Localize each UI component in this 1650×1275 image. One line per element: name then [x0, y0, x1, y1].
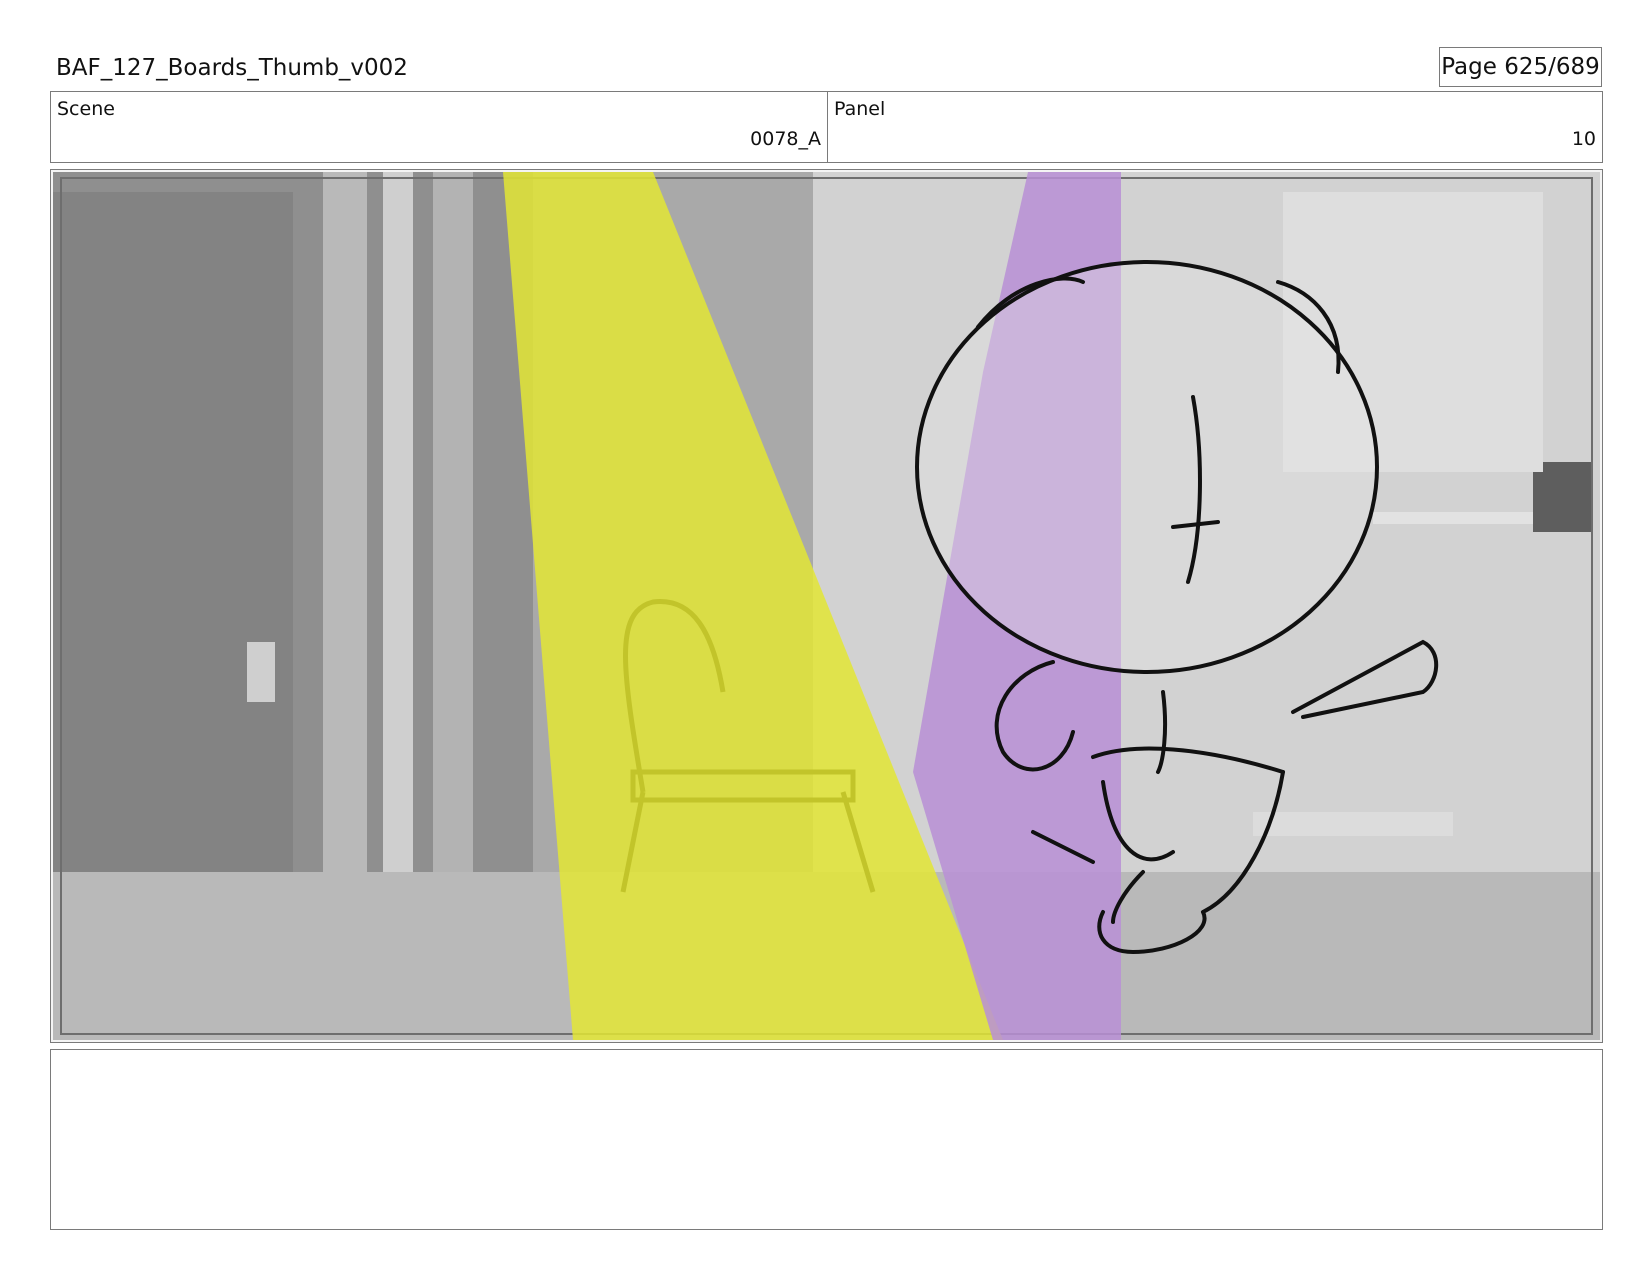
panel-value: 10: [1571, 128, 1596, 150]
door-panel: [53, 192, 293, 872]
wall-column: [323, 172, 367, 872]
wall-column: [433, 172, 473, 872]
storyboard-frame: [50, 169, 1603, 1043]
notes-box: [50, 1049, 1603, 1230]
stool: [1253, 812, 1453, 836]
scene-cell: Scene 0078_A: [51, 92, 828, 162]
page-indicator: Page 625/689: [1439, 47, 1602, 87]
scene-value: 0078_A: [750, 128, 821, 150]
panel-label: Panel: [834, 98, 886, 120]
storyboard-frame-image: [53, 172, 1600, 1040]
wall-column: [383, 172, 413, 872]
panel-cell: Panel 10: [828, 92, 1602, 162]
scene-panel-info-row: Scene 0078_A Panel 10: [50, 91, 1603, 163]
dark-picture: [1533, 462, 1593, 532]
document-title: BAF_127_Boards_Thumb_v002: [56, 55, 408, 81]
scene-label: Scene: [57, 98, 115, 120]
door-knob: [247, 642, 275, 702]
character-head: [915, 260, 1379, 674]
